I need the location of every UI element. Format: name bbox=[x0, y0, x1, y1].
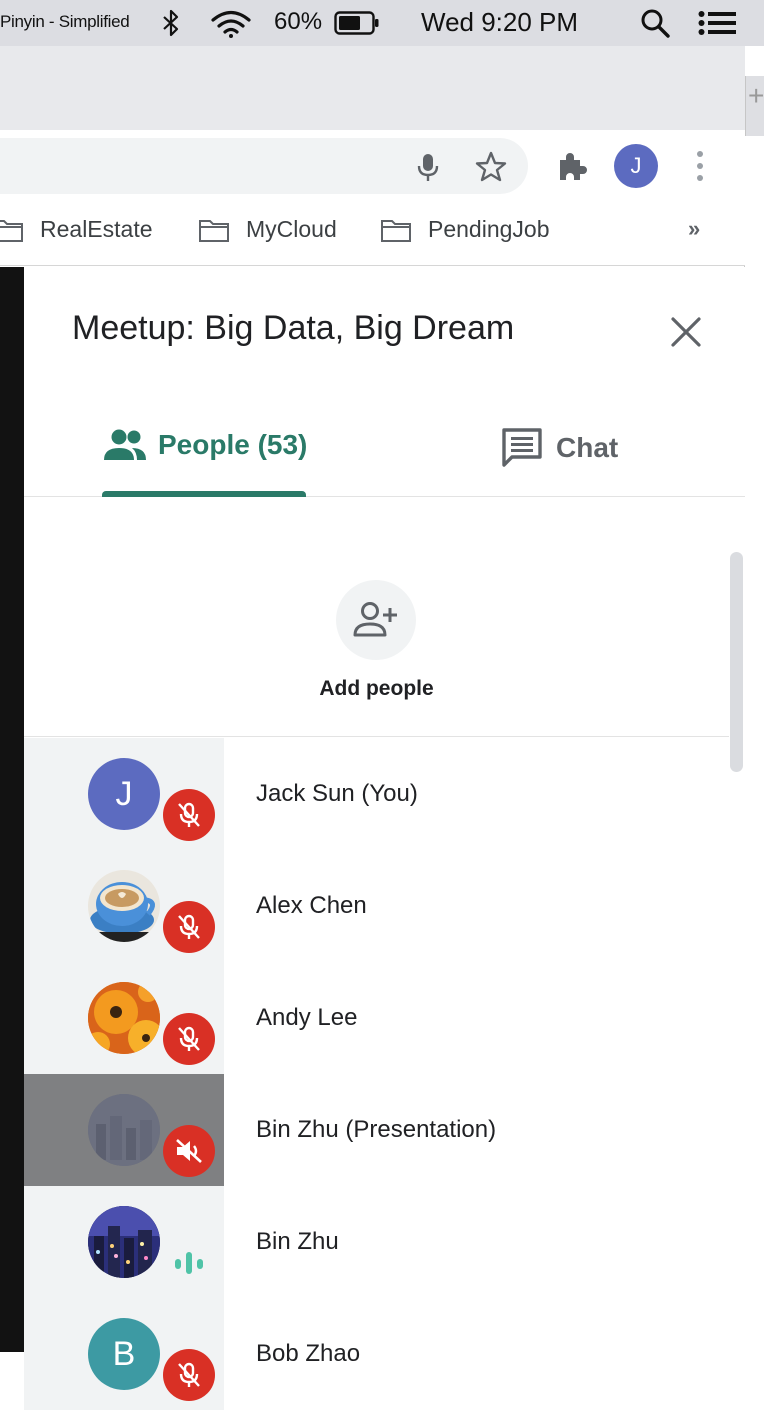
participant-name: Bin Zhu bbox=[256, 1228, 339, 1255]
new-tab-plus-icon[interactable]: + bbox=[748, 80, 764, 112]
avatar bbox=[88, 870, 160, 942]
participant-row[interactable]: B Bob Zhao bbox=[24, 1298, 729, 1410]
city-night-photo bbox=[88, 1094, 160, 1166]
add-person-icon bbox=[353, 602, 397, 637]
tab-chat[interactable]: Chat bbox=[500, 427, 618, 469]
avatar bbox=[88, 1206, 160, 1278]
input-source-menu[interactable]: Pinyin - Simplified bbox=[0, 12, 130, 32]
avatar: B bbox=[88, 1318, 160, 1390]
muted-badge bbox=[163, 1349, 215, 1401]
people-icon bbox=[104, 429, 146, 460]
participant-list: J Jack Sun (You) Alex Chen Andy Lee Bin … bbox=[24, 738, 729, 1410]
bookmark-label: RealEstate bbox=[40, 216, 153, 242]
participant-row[interactable]: Andy Lee bbox=[24, 962, 729, 1074]
spotlight-search-icon[interactable] bbox=[640, 8, 670, 38]
battery-icon[interactable] bbox=[334, 11, 380, 35]
muted-badge bbox=[163, 901, 215, 953]
microphone-icon[interactable] bbox=[414, 152, 442, 182]
battery-percent: 60% bbox=[274, 8, 323, 35]
tab-people-label: People (53) bbox=[158, 429, 308, 460]
tab-chat-label: Chat bbox=[556, 432, 619, 463]
mic-off-icon bbox=[178, 914, 200, 939]
mac-menu-bar: Pinyin - Simplified 60% Wed 9:20 PM bbox=[0, 0, 764, 46]
muted-badge bbox=[163, 1013, 215, 1065]
avatar bbox=[88, 982, 160, 1054]
browser-window: J RealEstate MyCloud PendingJob » Meetup… bbox=[0, 46, 745, 1410]
participant-name: Bob Zhao bbox=[256, 1340, 361, 1367]
adjacent-window-edge: + bbox=[745, 46, 764, 1352]
tab-strip bbox=[0, 46, 745, 130]
folder-icon bbox=[199, 219, 229, 242]
control-center-icon[interactable] bbox=[698, 10, 738, 36]
muted-badge bbox=[163, 789, 215, 841]
menu-clock[interactable]: Wed 9:20 PM bbox=[421, 7, 578, 38]
close-icon[interactable] bbox=[669, 315, 703, 349]
avatar: J bbox=[88, 758, 160, 830]
avatar bbox=[88, 1094, 160, 1166]
participant-name: Andy Lee bbox=[256, 1004, 358, 1031]
mic-off-icon bbox=[178, 1026, 200, 1051]
meeting-title: Meetup: Big Data, Big Dream bbox=[72, 309, 515, 347]
tab-people[interactable]: People (53) bbox=[102, 427, 307, 463]
city-night-photo bbox=[88, 1206, 160, 1278]
panel-tabs: People (53) Chat bbox=[24, 407, 745, 497]
wifi-icon[interactable] bbox=[210, 10, 252, 38]
participant-name: Jack Sun (You) bbox=[256, 780, 418, 807]
mic-off-icon bbox=[178, 1362, 200, 1387]
add-people-label: Add people bbox=[319, 677, 434, 700]
participant-name: Alex Chen bbox=[256, 892, 367, 919]
more-vert-icon[interactable] bbox=[690, 148, 710, 184]
volume-off-icon bbox=[176, 1139, 202, 1163]
chat-icon bbox=[502, 428, 542, 467]
participant-row[interactable]: Bin Zhu bbox=[24, 1186, 729, 1298]
bookmarks-overflow-button[interactable]: » bbox=[688, 216, 700, 242]
speaking-indicator-icon bbox=[175, 1252, 203, 1274]
add-people-button[interactable] bbox=[336, 580, 416, 660]
panel-scrollbar[interactable] bbox=[730, 552, 743, 772]
bookmarks-bar: RealEstate MyCloud PendingJob » bbox=[0, 200, 745, 266]
bluetooth-icon[interactable] bbox=[160, 8, 182, 38]
bookmark-star-icon[interactable] bbox=[474, 150, 508, 184]
sound-off-badge bbox=[163, 1125, 215, 1177]
folder-icon bbox=[381, 219, 411, 242]
participant-row[interactable]: Alex Chen bbox=[24, 850, 729, 962]
bookmark-folder-realestate[interactable]: RealEstate bbox=[0, 216, 153, 243]
address-bar[interactable] bbox=[0, 138, 528, 194]
people-panel: Meetup: Big Data, Big Dream People (53) bbox=[24, 267, 745, 1410]
extensions-puzzle-icon[interactable] bbox=[554, 148, 590, 184]
add-people-section: Add people bbox=[24, 497, 729, 737]
profile-avatar[interactable]: J bbox=[614, 144, 658, 188]
coffee-cup-photo bbox=[88, 870, 160, 942]
participant-row[interactable]: Bin Zhu (Presentation) bbox=[24, 1074, 729, 1186]
bookmark-folder-mycloud[interactable]: MyCloud bbox=[198, 216, 337, 243]
meeting-stage bbox=[0, 267, 24, 1352]
participant-row[interactable]: J Jack Sun (You) bbox=[24, 738, 729, 850]
mic-off-icon bbox=[178, 802, 200, 827]
bookmark-folder-pendingjob[interactable]: PendingJob bbox=[380, 216, 550, 243]
orange-flower-photo bbox=[88, 982, 160, 1054]
bookmark-label: MyCloud bbox=[246, 216, 337, 242]
bookmark-label: PendingJob bbox=[428, 216, 550, 242]
participant-name: Bin Zhu (Presentation) bbox=[256, 1116, 497, 1143]
browser-toolbar: J bbox=[0, 130, 745, 200]
folder-icon bbox=[0, 219, 23, 242]
